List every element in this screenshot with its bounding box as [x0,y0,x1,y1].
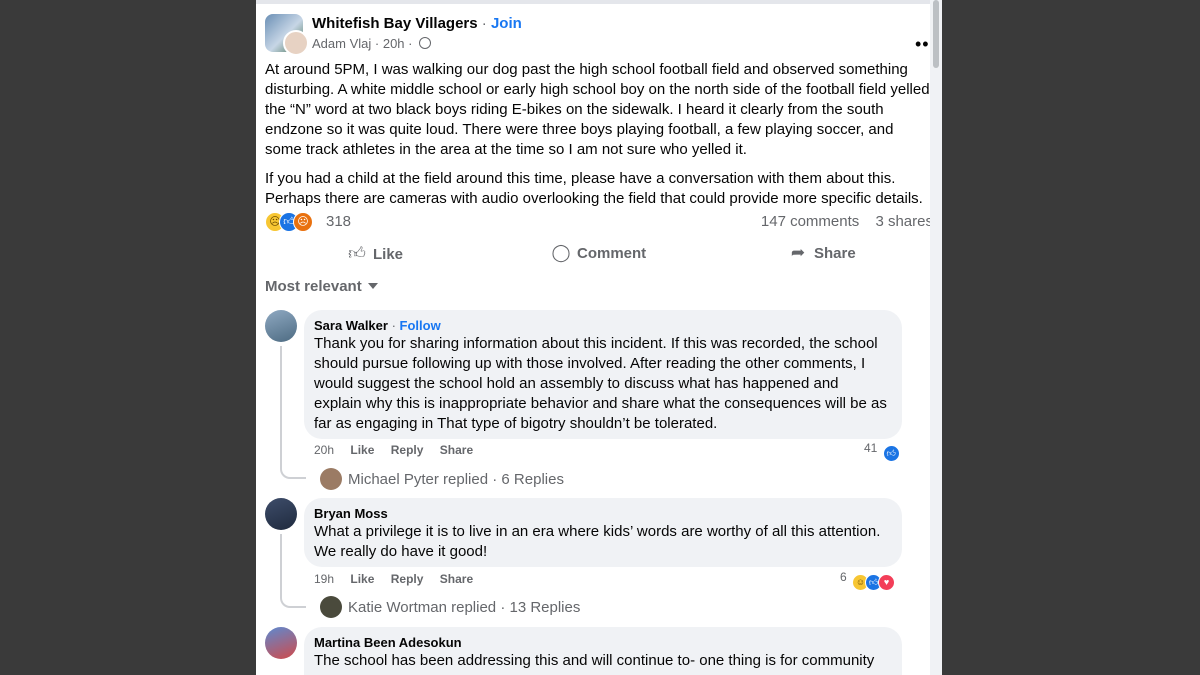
commenter-avatar[interactable] [265,310,297,342]
author-avatar[interactable] [283,30,309,56]
comment-reply-button[interactable]: Reply [391,572,424,586]
like-label: Like [373,246,404,263]
separator-dot: · [374,36,380,51]
thumbs-up-icon: 👍︎ [348,244,366,263]
comment-bubble: Sara Walker · Follow Thank you for shari… [304,310,902,439]
reaction-count[interactable]: 318 [326,213,351,230]
comment-bubble: Bryan Moss What a privilege it is to liv… [304,498,902,567]
post-card: Whitefish Bay Villagers · Join Adam Vlaj… [256,0,942,675]
share-label: Share [814,245,856,262]
replier-name: Michael Pyter [348,471,439,488]
like-icon: 👍︎ [882,445,900,462]
comment-author-line: Sara Walker · Follow [314,318,890,334]
replier-avatar [320,596,342,618]
comment-item: Bryan Moss What a privilege it is to liv… [265,498,915,623]
comment-bubble-icon: ◯ [551,243,571,262]
heart-icon: ♥ [878,574,896,591]
post-paragraph: If you had a child at the field around t… [265,170,923,207]
comment-share-button[interactable]: Share [440,572,473,586]
thread-connector [280,534,306,608]
reactions-summary: ☹ 👍︎ ☹ 318 147 comments 3 shares [265,210,933,234]
globe-icon [419,37,432,49]
comment-author-line: Martina Been Adesokun [314,635,890,651]
replies-count: 6 Replies [501,471,564,488]
comment-reply-button[interactable]: Reply [391,443,424,457]
comment-label: Comment [577,245,647,262]
comment-text: What a privilege it is to live in an era… [314,523,881,560]
comment-like-button[interactable]: Like [350,443,374,457]
share-arrow-icon: ➦ [790,243,806,262]
comment-time[interactable]: 19h [314,572,334,586]
replier-avatar [320,468,342,490]
comment-button[interactable]: ◯ Comment [551,243,646,263]
replied-text: replied [451,599,497,616]
comment-reactions[interactable]: 41 👍︎ [864,441,900,462]
separator-dot: · [481,15,487,32]
follow-button[interactable]: Follow [400,318,441,333]
join-button[interactable]: Join [491,15,522,32]
like-button[interactable]: 👍︎ Like [347,243,403,264]
comment-author[interactable]: Bryan Moss [314,506,388,521]
comment-sort-dropdown[interactable]: Most relevant [265,278,378,295]
replier-name: Katie Wortman [348,599,447,616]
group-name-text[interactable]: Whitefish Bay Villagers [312,15,478,32]
separator-dot: · [408,36,413,51]
sort-label: Most relevant [265,278,362,295]
engagement-counts: 147 comments 3 shares [749,213,933,230]
post-time[interactable]: 20h [383,36,405,51]
separator-dot: · [500,599,506,616]
comment-author-line: Bryan Moss [314,506,890,522]
comment-share-button[interactable]: Share [440,443,473,457]
comment-reaction-count: 41 [864,441,878,455]
replies-count: 13 Replies [509,599,581,616]
comment-item: Martina Been Adesokun The school has bee… [265,627,915,675]
reaction-icons[interactable]: ☹ 👍︎ ☹ [265,212,321,232]
commenter-avatar[interactable] [265,498,297,530]
comment-text: Thank you for sharing information about … [314,335,887,432]
post-header: Whitefish Bay Villagers · Join Adam Vlaj… [265,12,936,56]
comment-time[interactable]: 20h [314,443,334,457]
view-replies-link[interactable]: Michael Pyter replied · 6 Replies [320,468,564,490]
comment-actions: 19h Like Reply Share [314,572,486,586]
scrollbar-thumb[interactable] [933,0,939,68]
commenter-avatar[interactable] [265,627,297,659]
comments-count[interactable]: 147 comments [761,213,859,230]
comment-text: The school has been addressing this and … [314,652,875,669]
comment-bubble: Martina Been Adesokun The school has bee… [304,627,902,675]
comment-like-button[interactable]: Like [350,572,374,586]
caret-down-icon [367,283,378,289]
separator-dot: · [492,471,498,488]
comment-actions: 20h Like Reply Share [314,443,486,457]
comment-reaction-count: 6 [840,570,847,584]
comment-author[interactable]: Sara Walker [314,318,388,333]
post-body: At around 5PM, I was walking our dog pas… [265,60,930,218]
share-button[interactable]: ➦ Share [788,243,856,263]
post-action-bar: 👍︎ Like ◯ Comment ➦ Share [265,238,933,270]
card-top-border [256,0,942,4]
replied-text: replied [443,471,489,488]
comment-item: Sara Walker · Follow Thank you for shari… [265,310,915,490]
view-replies-link[interactable]: Katie Wortman replied · 13 Replies [320,596,580,618]
angry-icon: ☹ [293,212,313,232]
thread-connector [280,346,306,479]
scrollbar[interactable] [930,0,942,675]
post-meta: Adam Vlaj · 20h · [312,36,432,51]
post-paragraph: At around 5PM, I was walking our dog pas… [265,61,930,158]
comment-reactions[interactable]: 6 ☺ 👍︎ ♥ [840,570,896,591]
comment-author[interactable]: Martina Been Adesokun [314,635,462,650]
author-name[interactable]: Adam Vlaj [312,36,371,51]
separator-dot: · [391,318,396,333]
group-name[interactable]: Whitefish Bay Villagers · Join [312,15,522,32]
shares-count[interactable]: 3 shares [875,213,933,230]
